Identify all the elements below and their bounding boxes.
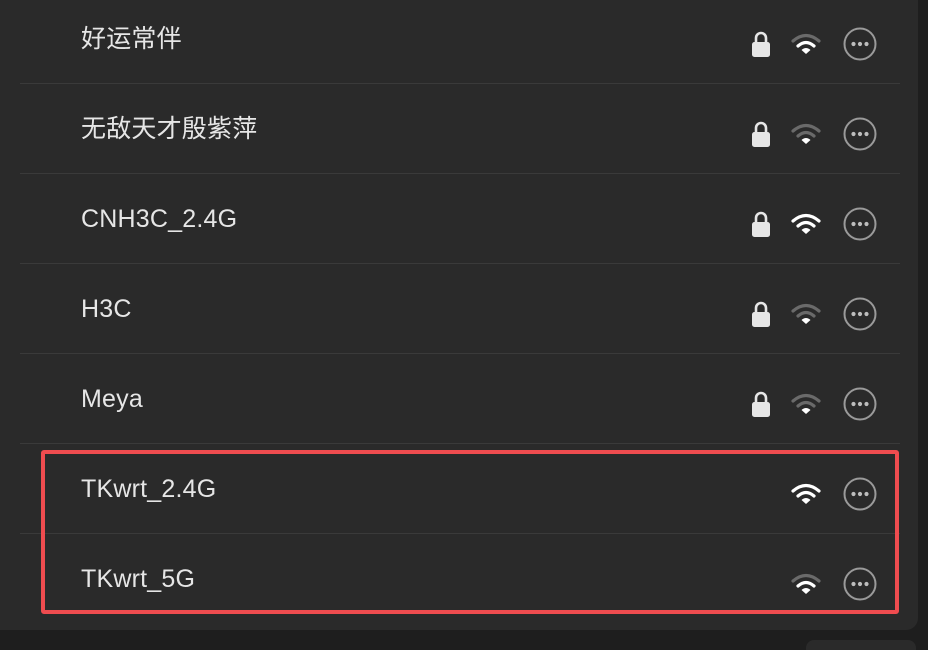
wifi-signal-strong-icon [791, 483, 821, 504]
lock-icon [752, 211, 770, 237]
wifi-signal-weak-icon [791, 123, 821, 144]
more-options-icon[interactable] [843, 567, 877, 601]
more-options-icon[interactable] [843, 27, 877, 61]
more-options-icon[interactable] [843, 387, 877, 421]
network-row[interactable]: Meya [20, 354, 900, 444]
wifi-signal-medium-icon [791, 573, 821, 594]
wifi-signal-weak-icon [791, 303, 821, 324]
network-name: Meya [81, 385, 143, 413]
more-options-icon[interactable] [843, 297, 877, 331]
network-row[interactable]: H3C [20, 264, 900, 354]
more-options-icon[interactable] [843, 207, 877, 241]
network-name: TKwrt_5G [81, 565, 196, 593]
lock-icon [752, 391, 770, 417]
network-row[interactable]: TKwrt_5G [20, 534, 900, 624]
more-options-icon[interactable] [843, 117, 877, 151]
network-row[interactable]: 无敌天才殷紫萍 [20, 84, 900, 174]
wifi-signal-strong-icon [791, 213, 821, 234]
lock-icon [752, 31, 770, 57]
network-name: 好运常伴 [81, 25, 182, 53]
wifi-network-list-panel: 好运常伴 无敌天才殷紫萍 CNH3C_2.4G H3C Meya TKwrt_2… [0, 0, 918, 630]
wifi-signal-medium-icon [791, 33, 821, 54]
network-row[interactable]: 好运常伴 [20, 0, 900, 84]
network-row[interactable]: TKwrt_2.4G [20, 444, 900, 534]
network-name: 无敌天才殷紫萍 [81, 115, 258, 143]
network-name: TKwrt_2.4G [81, 475, 217, 503]
panel-corner [806, 640, 916, 650]
network-row[interactable]: CNH3C_2.4G [20, 174, 900, 264]
lock-icon [752, 301, 770, 327]
network-name: H3C [81, 295, 132, 323]
network-name: CNH3C_2.4G [81, 205, 238, 233]
more-options-icon[interactable] [843, 477, 877, 511]
lock-icon [752, 121, 770, 147]
wifi-signal-weak-icon [791, 393, 821, 414]
